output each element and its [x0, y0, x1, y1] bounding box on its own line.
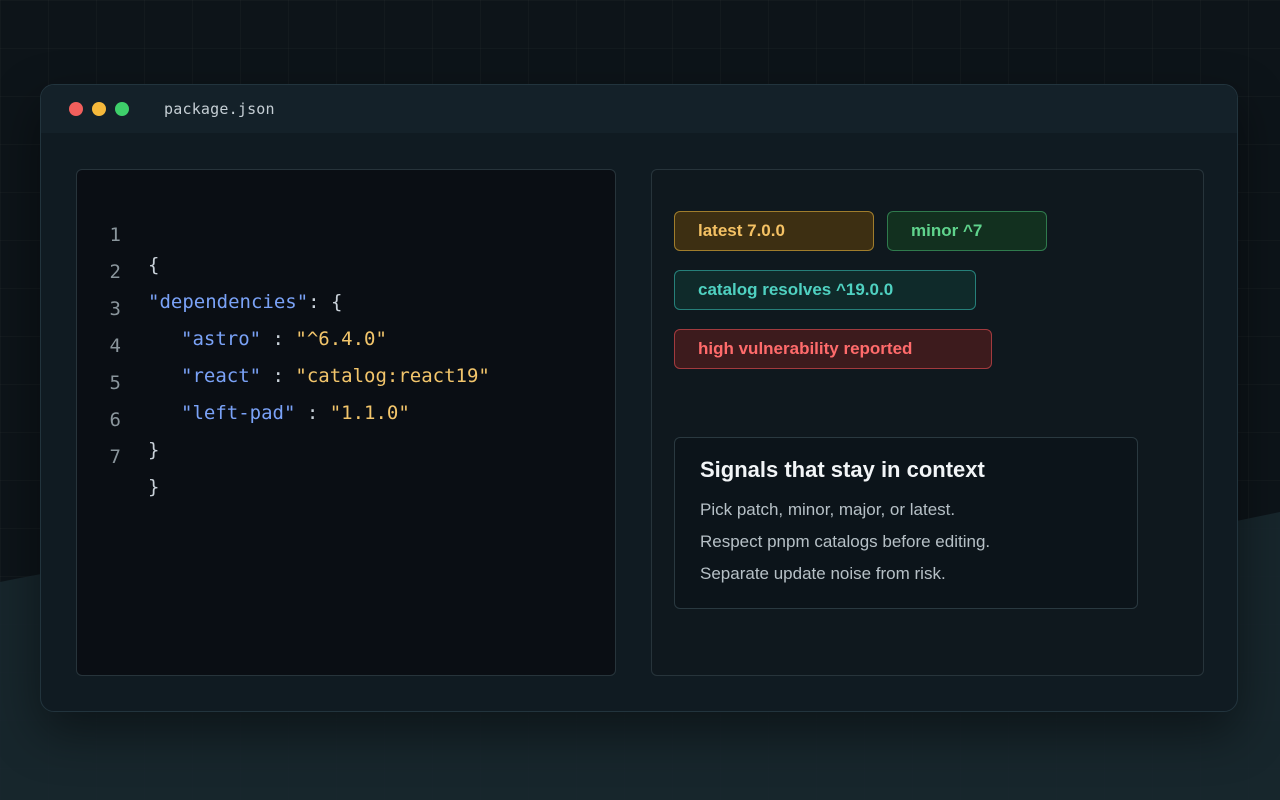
editor-window: package.json 1 { 2 "dependencies": { 3 "…	[40, 84, 1238, 712]
code-line-5: 5 "left-pad" : "1.1.0"	[77, 338, 615, 424]
vulnerability-badge[interactable]: high vulnerability reported	[674, 329, 992, 369]
code-editor[interactable]: 1 { 2 "dependencies": { 3 "astro" : "^6.…	[76, 169, 616, 676]
close-window-button[interactable]	[69, 102, 83, 116]
code-line-4: 4 "react" : "catalog:react19"	[77, 301, 615, 387]
info-card-line: Separate update noise from risk.	[700, 564, 946, 583]
minimize-window-button[interactable]	[92, 102, 106, 116]
catalog-resolves-badge[interactable]: catalog resolves ^19.0.0	[674, 270, 976, 310]
line-number: 7	[109, 446, 121, 468]
signals-panel: latest 7.0.0 minor ^7 catalog resolves ^…	[651, 169, 1204, 676]
info-card-line: Pick patch, minor, major, or latest.	[700, 500, 956, 519]
code-line-6: 6 }	[77, 375, 615, 461]
window-titlebar: package.json	[41, 85, 1237, 133]
code-line-1: 1 {	[77, 190, 615, 276]
code-text: }	[148, 476, 160, 498]
filename-label: package.json	[164, 100, 275, 118]
code-line-7: 7 }	[77, 412, 615, 498]
code-line-2: 2 "dependencies": {	[77, 227, 615, 313]
latest-version-badge[interactable]: latest 7.0.0	[674, 211, 874, 251]
info-card: Signals that stay in context Pick patch,…	[674, 437, 1138, 609]
info-card-title: Signals that stay in context	[700, 457, 985, 482]
maximize-window-button[interactable]	[115, 102, 129, 116]
minor-version-badge[interactable]: minor ^7	[887, 211, 1047, 251]
code-line-3: 3 "astro" : "^6.4.0"	[77, 264, 615, 350]
info-card-line: Respect pnpm catalogs before editing.	[700, 532, 991, 551]
